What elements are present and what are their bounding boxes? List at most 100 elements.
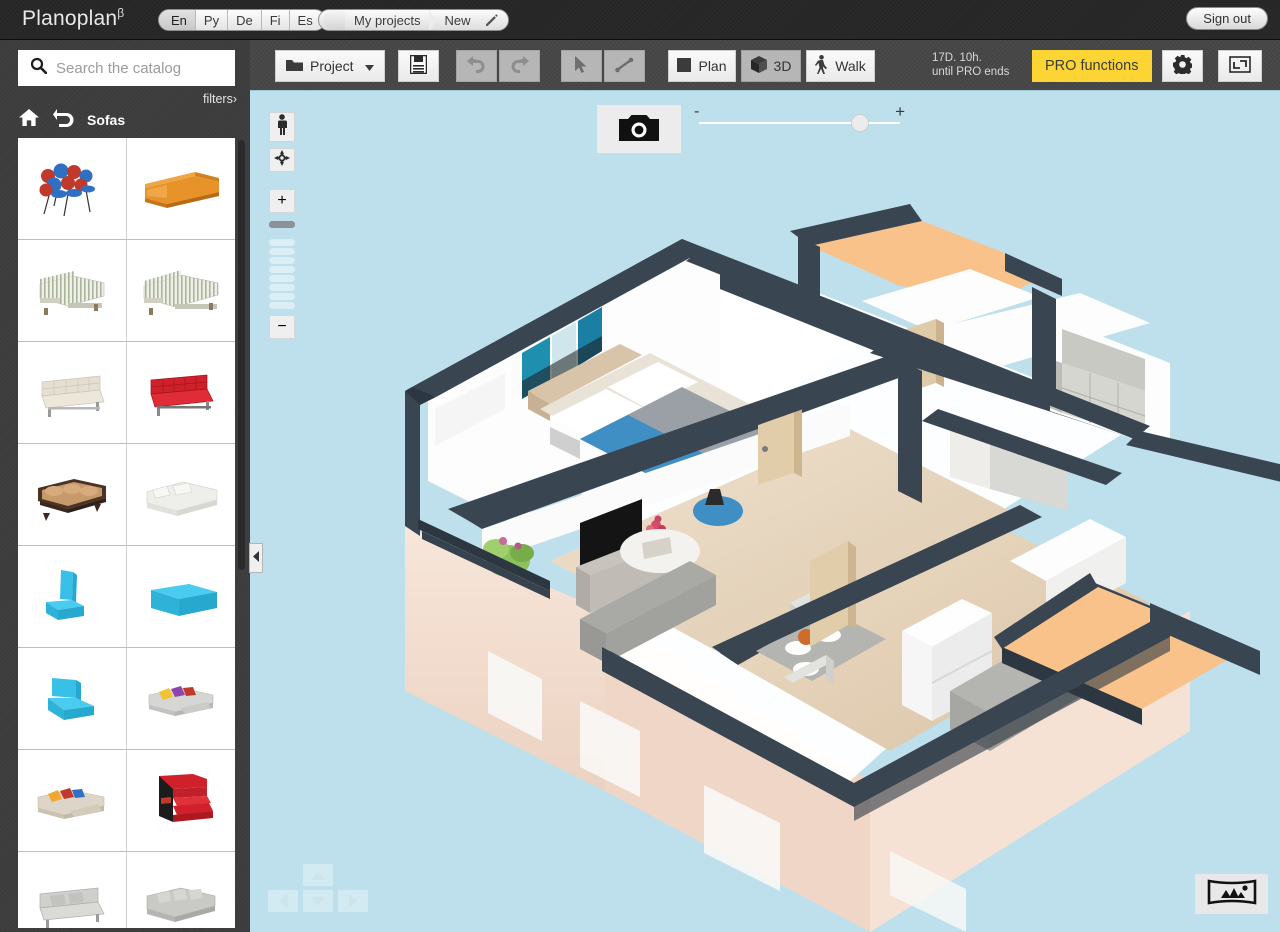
chevron-down-icon <box>365 58 374 74</box>
thumbnail-cream-futon <box>41 375 105 417</box>
chevron-left-icon <box>252 549 260 567</box>
zoom-rung-9[interactable] <box>269 293 295 300</box>
fullscreen-icon <box>1229 56 1251 76</box>
3d-viewport[interactable]: + − - + <box>250 91 1280 932</box>
fullscreen-button[interactable] <box>1218 50 1262 82</box>
catalog-item-blue-ottoman[interactable] <box>126 546 235 648</box>
catalog-grid[interactable] <box>18 138 235 928</box>
catalog-breadcrumb: Sofas <box>18 108 125 132</box>
target-crosshair-icon <box>274 149 290 171</box>
zoom-rung-7[interactable] <box>269 275 295 282</box>
zoom-in-button[interactable]: + <box>269 189 295 213</box>
floorplan-3d-scene[interactable] <box>250 91 1280 932</box>
pan-right-button[interactable] <box>338 890 368 912</box>
save-button[interactable] <box>398 50 439 82</box>
camera-snapshot-button[interactable] <box>597 105 681 153</box>
folder-icon <box>286 58 303 75</box>
view-mode-plan-button[interactable]: Plan <box>668 50 736 82</box>
breadcrumb-cap <box>323 10 345 30</box>
catalog-item-brown-antique-sofa[interactable] <box>18 444 127 546</box>
catalog-item-cream-futon[interactable] <box>18 342 127 444</box>
catalog-item-blue-armless-chair[interactable] <box>18 648 127 750</box>
catalog-item-red-black-pod-sofa[interactable] <box>126 750 235 852</box>
sidebar-scrollbar[interactable] <box>238 140 245 570</box>
thumbnail-red-futon <box>150 374 214 416</box>
search-input[interactable] <box>56 59 224 77</box>
zoom-rung-8[interactable] <box>269 284 295 291</box>
pencil-icon[interactable] <box>476 10 509 30</box>
search-box[interactable] <box>18 50 235 86</box>
thumbnail-white-sofa <box>146 481 218 516</box>
thumbnail-grey-sofa <box>146 887 216 922</box>
arrow-down-icon <box>311 896 325 906</box>
pro-functions-button[interactable]: PRO functions <box>1032 50 1152 82</box>
back-arrow-icon[interactable] <box>53 108 74 132</box>
door-handle <box>762 446 768 452</box>
pro-countdown-line1: 17D. 10h. <box>932 52 982 64</box>
view-mode-plan-label: Plan <box>698 58 727 74</box>
settings-button[interactable] <box>1162 50 1203 82</box>
view-mode-3d-label: 3D <box>773 58 792 74</box>
catalog-item-striped-sofa[interactable] <box>126 240 235 342</box>
language-option-de[interactable]: De <box>228 10 262 30</box>
catalog-item-orange-sofa[interactable] <box>126 138 235 240</box>
view-mode-walk-button[interactable]: Walk <box>806 50 875 82</box>
app-name: Planoplan <box>22 7 118 30</box>
thumbnail-grey-sectional-pillows <box>148 685 214 716</box>
walk-person-toggle[interactable] <box>269 112 295 142</box>
sidebar-collapse-toggle[interactable] <box>249 543 263 573</box>
language-option-en[interactable]: En <box>159 10 196 30</box>
catalog-item-balloon-chair-sofa[interactable] <box>18 138 127 240</box>
cube-icon <box>750 56 767 76</box>
thumbnail-red-black-pod-sofa <box>158 773 213 822</box>
catalog-item-grey-sectional-pillows[interactable] <box>126 648 235 750</box>
view-mode-3d-button[interactable]: 3D <box>741 50 801 82</box>
hslider-track[interactable] <box>699 122 900 124</box>
catalog-item-beige-sectional-pillows[interactable] <box>18 750 127 852</box>
camera-height-slider[interactable]: - + <box>690 102 905 139</box>
catalog-item-grey-futon[interactable] <box>18 852 127 928</box>
pan-up-button[interactable] <box>303 864 333 886</box>
app-logo: Planoplanβ <box>22 6 124 31</box>
breadcrumb-current-project[interactable]: New <box>429 10 477 30</box>
catalog-item-blue-corner-seat[interactable] <box>18 546 127 648</box>
language-option-py[interactable]: Py <box>195 10 229 30</box>
hslider-knob[interactable] <box>851 114 869 132</box>
zoom-rung-10[interactable] <box>269 302 295 309</box>
project-menu-button[interactable]: Project <box>275 50 385 82</box>
zoom-rung-5[interactable] <box>269 257 295 264</box>
catalog-sidebar: filters› Sofas <box>0 40 250 932</box>
zoom-rung-2[interactable] <box>269 221 295 228</box>
zoom-slider[interactable] <box>269 221 295 309</box>
zoom-out-button[interactable]: − <box>269 315 295 339</box>
beta-mark: β <box>117 6 125 20</box>
pan-down-button[interactable] <box>303 890 333 912</box>
sign-out-button[interactable]: Sign out <box>1186 7 1268 30</box>
catalog-item-striped-loveseat[interactable] <box>18 240 127 342</box>
zoom-rung-4[interactable] <box>269 248 295 255</box>
filters-link[interactable]: filters› <box>203 92 237 106</box>
hslider-minus-label: - <box>694 103 700 120</box>
pan-dpad[interactable] <box>268 864 368 922</box>
pan-left-button[interactable] <box>268 890 298 912</box>
line-tool-button[interactable] <box>604 50 645 82</box>
top-bar: Planoplanβ En Py De Fi Es My projects Ne… <box>0 0 1280 40</box>
catalog-item-red-futon[interactable] <box>126 342 235 444</box>
catalog-item-white-sofa[interactable] <box>126 444 235 546</box>
language-option-fi[interactable]: Fi <box>261 10 290 30</box>
pro-countdown-line2: until PRO ends <box>932 66 1010 78</box>
panorama-button[interactable] <box>1195 874 1268 914</box>
undo-button[interactable] <box>456 50 497 82</box>
person-icon <box>276 114 288 140</box>
zoom-rung-6[interactable] <box>269 266 295 273</box>
zoom-rung-3[interactable] <box>269 239 295 246</box>
recenter-view-button[interactable] <box>269 148 295 172</box>
arrow-left-icon <box>278 894 288 908</box>
catalog-item-grey-sofa[interactable] <box>126 852 235 928</box>
walking-person-icon <box>815 55 828 77</box>
language-switcher[interactable]: En Py De Fi Es <box>158 9 326 31</box>
breadcrumb-my-projects[interactable]: My projects <box>345 10 437 30</box>
redo-button[interactable] <box>499 50 540 82</box>
home-icon[interactable] <box>18 108 40 132</box>
select-tool-button[interactable] <box>561 50 602 82</box>
